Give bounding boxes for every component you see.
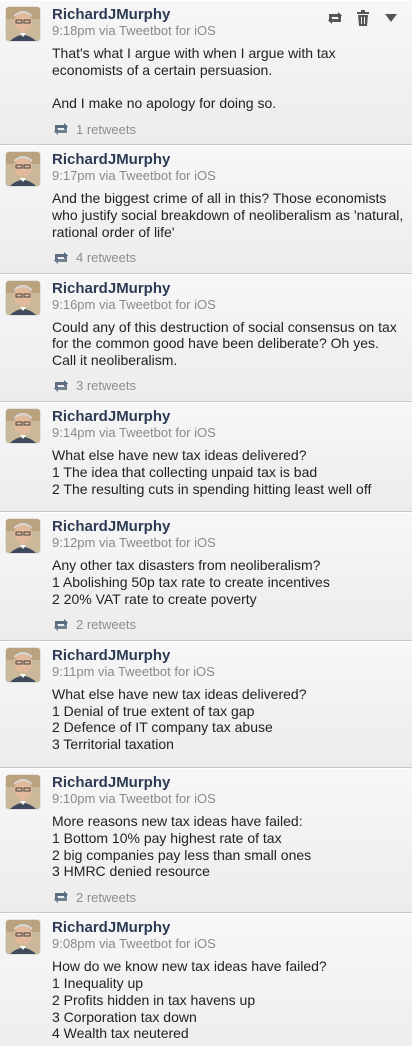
retweet-count-label: 2 retweets <box>76 889 136 905</box>
tweet-actions <box>318 9 402 27</box>
tweet-item[interactable]: RichardJMurphy 9:11pm via Tweetbot for i… <box>0 640 412 768</box>
chevron-down-icon[interactable] <box>380 9 402 27</box>
retweet-icon <box>52 618 70 632</box>
username[interactable]: RichardJMurphy <box>52 774 404 791</box>
tweet-meta: 9:14pm via Tweetbot for iOS <box>52 424 216 440</box>
retweet-icon <box>52 251 70 265</box>
tweet-text: Any other tax disasters from neoliberali… <box>52 557 330 607</box>
tweet-item[interactable]: RichardJMurphy 9:14pm via Tweetbot for i… <box>0 401 412 513</box>
tweet-meta: 9:08pm via Tweetbot for iOS <box>52 936 216 952</box>
retweet-icon <box>52 379 70 393</box>
avatar[interactable] <box>6 7 40 41</box>
tweet-meta: 9:17pm via Tweetbot for iOS <box>52 168 216 184</box>
username[interactable]: RichardJMurphy <box>52 408 404 425</box>
retweet-count-label: 1 retweets <box>76 121 136 137</box>
trash-icon[interactable] <box>352 9 374 27</box>
tweet-text: What else have new tax ideas delivered? … <box>52 685 307 753</box>
avatar[interactable] <box>6 519 40 554</box>
tweet-item[interactable]: RichardJMurphy 9:10pm via Tweetbot for i… <box>0 767 412 914</box>
tweet-item[interactable]: RichardJMurphy 9:12pm via Tweetbot for i… <box>0 512 412 641</box>
tweet-item[interactable]: RichardJMurphy 9:08pm via Tweetbot for i… <box>0 913 412 1046</box>
avatar[interactable] <box>6 152 40 187</box>
retweet-count[interactable]: 2 retweets <box>52 888 404 906</box>
avatar[interactable] <box>6 920 40 955</box>
tweet-text: What else have new tax ideas delivered? … <box>52 446 372 497</box>
retweet-count-label: 3 retweets <box>76 378 136 394</box>
avatar[interactable] <box>6 647 40 682</box>
username[interactable]: RichardJMurphy <box>52 280 404 297</box>
retweet-count[interactable]: 3 retweets <box>52 377 404 395</box>
retweet-count-label: 4 retweets <box>76 250 136 266</box>
avatar[interactable] <box>6 408 40 443</box>
tweet-item[interactable]: RichardJMurphy 9:18pm via Tweetbot for i… <box>0 0 412 146</box>
tweet-meta: 9:10pm via Tweetbot for iOS <box>52 790 216 806</box>
tweet-timeline: RichardJMurphy 9:18pm via Tweetbot for i… <box>0 0 412 1046</box>
tweet-text: More reasons new tax ideas have failed: … <box>52 812 312 880</box>
retweet-count[interactable]: 2 retweets <box>52 616 404 634</box>
avatar[interactable] <box>6 774 40 809</box>
tweet-text: Could any of this destruction of social … <box>52 318 397 369</box>
tweet-meta: 9:16pm via Tweetbot for iOS <box>52 296 216 312</box>
tweet-meta: 9:11pm via Tweetbot for iOS <box>52 663 215 679</box>
retweet-count[interactable]: 1 retweets <box>52 120 404 138</box>
tweet-item[interactable]: RichardJMurphy 9:17pm via Tweetbot for i… <box>0 145 412 274</box>
retweet-count[interactable]: 4 retweets <box>52 249 404 267</box>
username[interactable]: RichardJMurphy <box>52 151 404 168</box>
avatar[interactable] <box>6 280 40 315</box>
retweet-icon <box>52 890 70 904</box>
username[interactable]: RichardJMurphy <box>52 647 404 664</box>
username[interactable]: RichardJMurphy <box>52 919 404 936</box>
tweet-item[interactable]: RichardJMurphy 9:16pm via Tweetbot for i… <box>0 273 412 402</box>
retweet-icon[interactable] <box>324 9 346 27</box>
retweet-icon <box>52 122 70 136</box>
retweet-count-label: 2 retweets <box>76 617 136 633</box>
tweet-meta: 9:12pm via Tweetbot for iOS <box>52 535 216 551</box>
tweet-text: How do we know new tax ideas have failed… <box>52 958 327 1042</box>
tweet-text: That's what I argue with when I argue wi… <box>52 45 336 112</box>
tweet-text: And the biggest crime of all in this? Th… <box>52 190 404 240</box>
username[interactable]: RichardJMurphy <box>52 518 404 535</box>
